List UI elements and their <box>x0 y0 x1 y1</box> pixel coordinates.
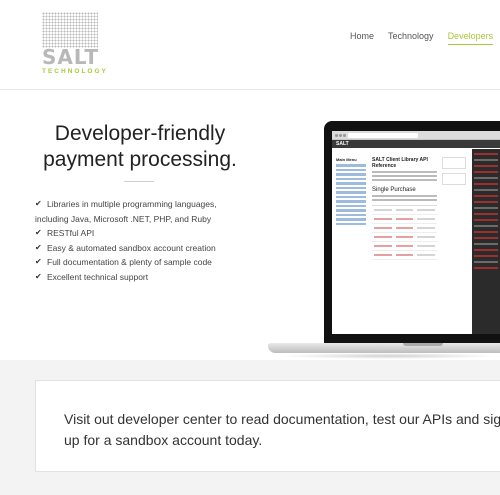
preview-site-bar: SALT <box>332 140 500 148</box>
preview-content: SALT Client Library API Reference Single… <box>372 157 437 260</box>
feature-item: ✔ Excellent technical support <box>35 270 245 285</box>
laptop-screen: SALT Main Menu SALT Client Library API R… <box>332 131 500 334</box>
preview-code-panel <box>472 149 500 334</box>
browser-toolbar <box>332 131 500 140</box>
check-icon: ✔ <box>35 228 42 237</box>
feature-item: ✔ Libraries in multiple programming langu… <box>35 197 245 212</box>
check-icon: ✔ <box>35 257 42 266</box>
salt-technology-logo[interactable]: SALT TECHNOLOGY <box>42 12 106 76</box>
preview-sidebar: Main Menu <box>336 157 366 227</box>
main-nav: Home Technology Developers <box>350 31 500 45</box>
browser-url-bar <box>348 133 418 138</box>
preview-site-name: SALT <box>336 141 349 147</box>
hero-divider <box>124 181 154 182</box>
check-icon: ✔ <box>35 271 42 281</box>
feature-list: ✔ Libraries in multiple programming langu… <box>35 197 245 284</box>
laptop-notch <box>403 343 443 346</box>
laptop-illustration: SALT Main Menu SALT Client Library API R… <box>268 121 500 361</box>
callout-text: Visit out developer center to read docum… <box>64 411 500 448</box>
feature-item: ✔ Easy & automated sandbox account creati… <box>35 241 245 256</box>
logo-wordmark: SALT <box>42 45 99 69</box>
feature-item-continued: including Java, Microsoft .NET, PHP, and… <box>35 213 212 224</box>
feature-item: ✔ RESTful API <box>35 226 245 241</box>
feature-item: ✔ Full documentation & plenty of sample c… <box>35 255 245 270</box>
hero-title-line-2: payment processing. <box>43 148 237 171</box>
nav-developers[interactable]: Developers <box>447 31 494 45</box>
logo-subtext: TECHNOLOGY <box>42 68 108 75</box>
preview-right-panel <box>442 157 466 189</box>
nav-home[interactable]: Home <box>350 31 374 45</box>
hero-title-line-1: Developer-friendly <box>54 122 226 145</box>
nav-technology[interactable]: Technology <box>388 31 434 45</box>
hero-title: Developer-friendly payment processing. <box>30 121 250 173</box>
hero-section: Developer-friendly payment processing. ✔… <box>0 91 500 378</box>
check-icon: ✔ <box>35 199 42 208</box>
site-header: SALT TECHNOLOGY Home Technology Develope… <box>0 0 500 90</box>
logo-dot-grid <box>42 12 98 48</box>
laptop-base <box>268 343 500 353</box>
developer-center-callout: Visit out developer center to read docum… <box>35 380 500 472</box>
laptop-shadow <box>278 353 500 359</box>
check-icon: ✔ <box>35 242 42 252</box>
preview-table <box>372 205 437 260</box>
